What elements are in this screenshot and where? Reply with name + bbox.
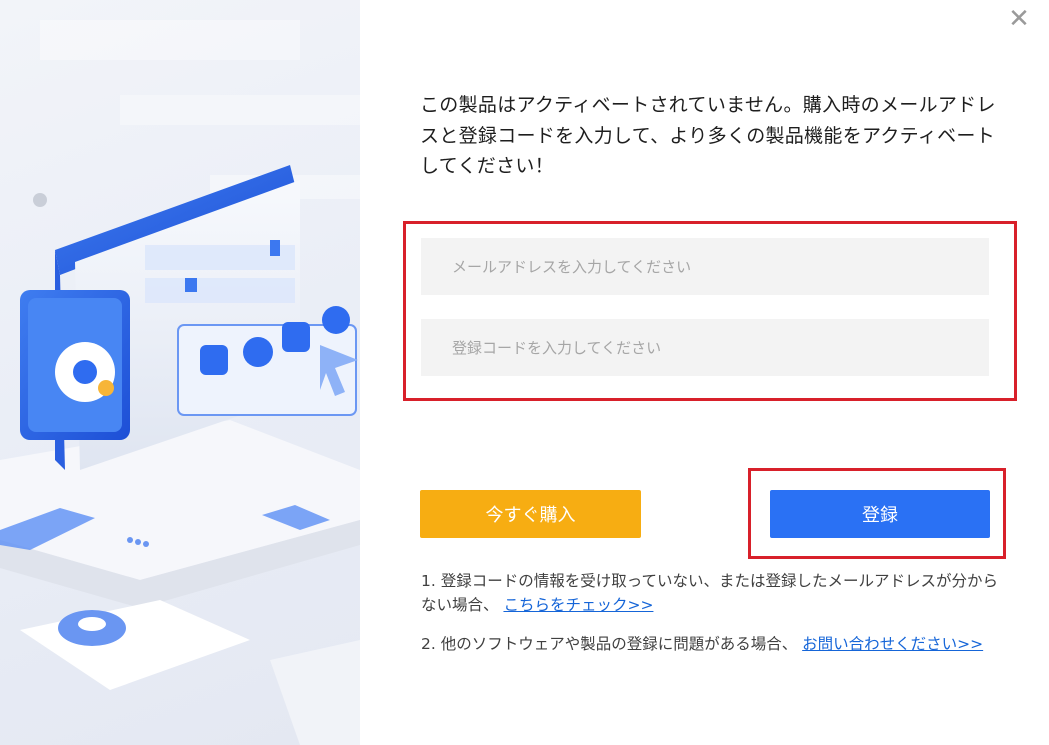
activation-illustration	[0, 0, 360, 745]
close-icon: ✕	[1008, 4, 1030, 34]
help-note-2: 2. 他のソフトウェアや製品の登録に問題がある場合、 お問い合わせください>>	[421, 632, 1001, 656]
buy-now-button[interactable]: 今すぐ購入	[420, 490, 641, 538]
activation-message: この製品はアクティベートされていません。購入時のメールアドレスと登録コードを入力…	[420, 94, 996, 177]
registration-code-input[interactable]	[421, 319, 989, 376]
register-button[interactable]: 登録	[770, 490, 990, 538]
help-note-1: 1. 登録コードの情報を受け取っていない、または登録したメールアドレスが分からな…	[421, 569, 1001, 617]
check-here-link[interactable]: こちらをチェック>>	[503, 596, 653, 614]
contact-us-link[interactable]: お問い合わせください>>	[802, 635, 983, 653]
close-button[interactable]: ✕	[1006, 6, 1032, 32]
email-input[interactable]	[421, 238, 989, 295]
help-note-2-text: 2. 他のソフトウェアや製品の登録に問題がある場合、	[421, 635, 798, 653]
